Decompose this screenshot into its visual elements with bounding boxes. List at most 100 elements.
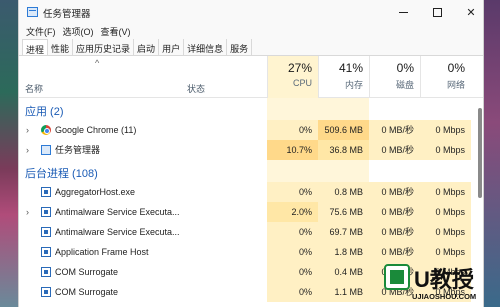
table-row[interactable]: Application Frame Host 0% 1.8 MB 0 MB/秒 … [19, 242, 483, 262]
minimize-button[interactable] [386, 0, 420, 24]
cell-bg [318, 98, 369, 120]
cell-bg [267, 160, 318, 182]
tab-app-history[interactable]: 应用历史记录 [73, 39, 135, 55]
expand-chevron-icon[interactable]: › [26, 125, 29, 135]
cell-cpu: 0% [267, 120, 318, 140]
system-process-icon [41, 207, 51, 217]
tab-users[interactable]: 用户 [159, 39, 185, 55]
tab-startup[interactable]: 启动 [134, 39, 160, 55]
cell-memory: 75.6 MB [318, 202, 369, 222]
cell-disk: 0 MB/秒 [369, 202, 420, 222]
menu-options[interactable]: 选项(O) [61, 24, 99, 39]
table-row[interactable]: › Antimalware Service Executa... 2.0% 75… [19, 202, 483, 222]
group-title-background: 后台进程 (108) [25, 168, 98, 180]
watermark: U教授 UJIAOSHOU.COM [384, 262, 484, 306]
task-manager-window: 任务管理器 ✕ 文件(F) 选项(O) 查看(V) 进程 性能 应用历史记录 启… [18, 0, 484, 307]
cell-disk: 0 MB/秒 [369, 140, 420, 160]
disk-total-percent: 0% [396, 61, 414, 75]
cell-network: 0 Mbps [420, 140, 471, 160]
vertical-scrollbar[interactable] [478, 108, 482, 198]
cpu-total-percent: 27% [287, 61, 312, 75]
title-bar[interactable]: 任务管理器 ✕ [19, 0, 483, 24]
cell-bg [267, 98, 318, 120]
table-row[interactable]: › 任务管理器 10.7% 36.8 MB 0 MB/秒 0 Mbps [19, 140, 483, 160]
cell-memory: 69.7 MB [318, 222, 369, 242]
table-row[interactable]: › Google Chrome (11) 0% 509.6 MB 0 MB/秒 … [19, 120, 483, 140]
network-total-percent: 0% [447, 61, 465, 75]
network-label: 网络 [446, 80, 465, 90]
column-cpu[interactable]: 27% CPU [267, 56, 318, 98]
window-title: 任务管理器 [43, 9, 91, 20]
tab-processes[interactable]: 进程 [22, 39, 49, 55]
group-header-background[interactable]: 后台进程 (108) [19, 160, 483, 182]
menu-bar: 文件(F) 选项(O) 查看(V) [19, 24, 483, 39]
column-disk[interactable]: 0% 磁盘 [369, 56, 420, 98]
column-name[interactable]: 名称 [25, 82, 43, 95]
cell-cpu: 0% [267, 282, 318, 302]
process-name: Antimalware Service Executa... [55, 227, 180, 237]
cell-cpu: 0% [267, 182, 318, 202]
cell-cpu: 0% [267, 262, 318, 282]
process-name: COM Surrogate [55, 267, 119, 277]
close-icon: ✕ [466, 6, 476, 19]
expand-chevron-icon[interactable]: › [26, 207, 29, 217]
group-header-apps[interactable]: 应用 (2) [19, 98, 483, 120]
cell-disk: 0 MB/秒 [369, 120, 420, 140]
cell-cpu: 0% [267, 222, 318, 242]
menu-file[interactable]: 文件(F) [24, 24, 61, 39]
cpu-label: CPU [292, 78, 312, 88]
memory-total-percent: 41% [338, 61, 363, 75]
cell-memory: 36.8 MB [318, 140, 369, 160]
column-status[interactable]: 状态 [187, 82, 205, 95]
tab-details[interactable]: 详细信息 [184, 39, 228, 55]
cell-network: 0 Mbps [420, 222, 471, 242]
maximize-icon [432, 7, 442, 17]
cell-cpu: 10.7% [267, 140, 318, 160]
column-header: ^ 名称 状态 27% CPU 41% 内存 0% 磁盘 0% 网络 [19, 56, 483, 98]
group-title-apps: 应用 (2) [25, 106, 64, 118]
chrome-icon [41, 125, 51, 135]
column-memory[interactable]: 41% 内存 [318, 56, 369, 98]
maximize-button[interactable] [420, 0, 454, 24]
table-row[interactable]: Antimalware Service Executa... 0% 69.7 M… [19, 222, 483, 242]
sort-caret-icon: ^ [95, 58, 100, 68]
tab-services[interactable]: 服务 [227, 39, 253, 55]
expand-chevron-icon[interactable]: › [26, 145, 29, 155]
cell-network: 0 Mbps [420, 242, 471, 262]
cell-disk: 0 MB/秒 [369, 242, 420, 262]
cell-disk: 0 MB/秒 [369, 182, 420, 202]
cell-network: 0 Mbps [420, 120, 471, 140]
table-row[interactable]: AggregatorHost.exe 0% 0.8 MB 0 MB/秒 0 Mb… [19, 182, 483, 202]
task-manager-app-icon [27, 7, 38, 17]
system-process-icon [41, 187, 51, 197]
process-name: Antimalware Service Executa... [55, 207, 180, 217]
system-process-icon [41, 267, 51, 277]
process-name: Application Frame Host [55, 247, 149, 257]
watermark-text: U教授 [414, 267, 474, 292]
task-manager-icon [41, 145, 51, 155]
cell-bg [318, 160, 369, 182]
system-process-icon [41, 247, 51, 257]
process-name: COM Surrogate [55, 287, 119, 297]
menu-view[interactable]: 查看(V) [99, 24, 136, 39]
minimize-icon [398, 11, 408, 13]
desktop-background-right [484, 0, 500, 307]
process-name: AggregatorHost.exe [55, 187, 136, 197]
cell-memory: 0.8 MB [318, 182, 369, 202]
cell-cpu: 0% [267, 242, 318, 262]
column-network[interactable]: 0% 网络 [420, 56, 471, 98]
watermark-logo-icon [384, 264, 410, 290]
desktop-background-left [0, 0, 18, 307]
cell-cpu: 2.0% [267, 202, 318, 222]
process-name: Google Chrome (11) [55, 125, 137, 135]
cell-disk: 0 MB/秒 [369, 222, 420, 242]
cell-network: 0 Mbps [420, 202, 471, 222]
memory-label: 内存 [344, 80, 363, 90]
close-button[interactable]: ✕ [454, 0, 488, 24]
system-process-icon [41, 227, 51, 237]
process-name: 任务管理器 [55, 145, 101, 155]
system-process-icon [41, 287, 51, 297]
tab-performance[interactable]: 性能 [48, 39, 74, 55]
tab-bar: 进程 性能 应用历史记录 启动 用户 详细信息 服务 [19, 39, 483, 56]
disk-label: 磁盘 [395, 80, 414, 90]
